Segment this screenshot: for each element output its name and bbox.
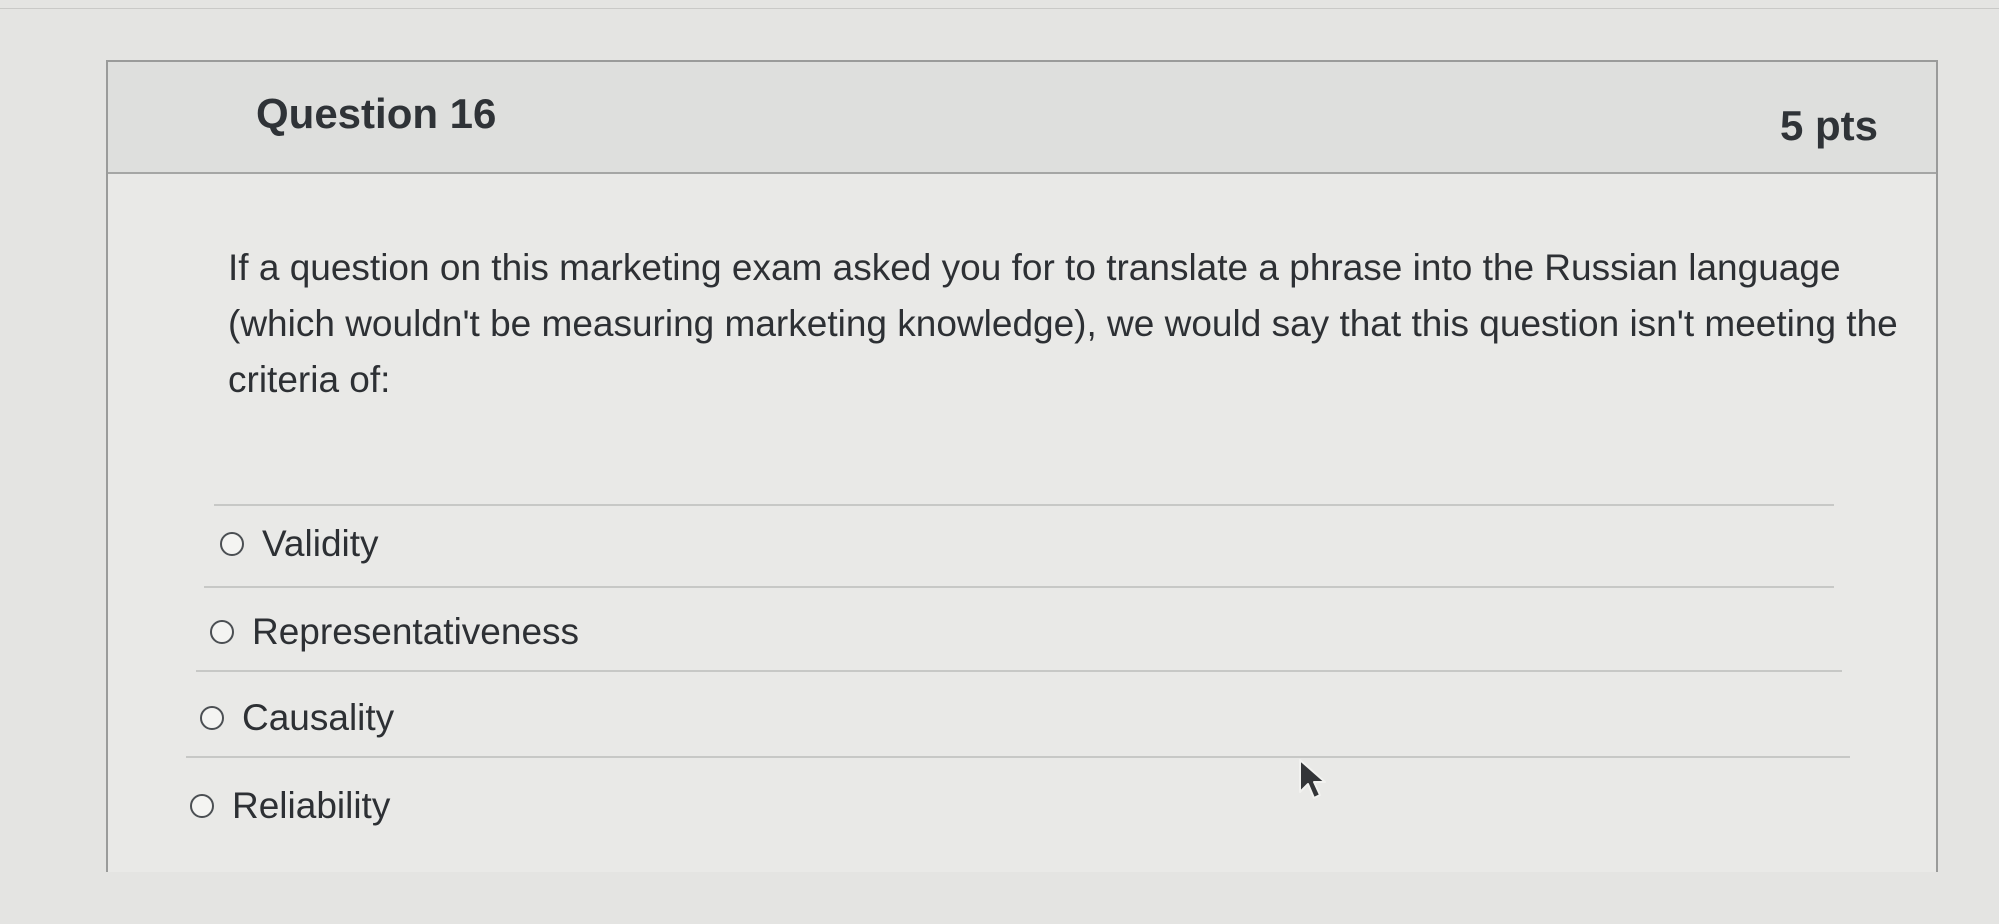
radio-button-icon[interactable] bbox=[190, 794, 214, 818]
answer-divider bbox=[196, 670, 1842, 672]
radio-button-icon[interactable] bbox=[200, 706, 224, 730]
question-header: Question 16 5 pts bbox=[108, 62, 1936, 174]
answer-option-representativeness[interactable]: Representativeness bbox=[108, 598, 1999, 666]
answer-label: Reliability bbox=[232, 785, 391, 826]
radio-button-icon[interactable] bbox=[210, 620, 234, 644]
question-card: Question 16 5 pts If a question on this … bbox=[106, 60, 1938, 872]
mouse-pointer-icon bbox=[1299, 759, 1326, 799]
answer-divider bbox=[186, 756, 1850, 758]
radio-button-icon[interactable] bbox=[220, 532, 244, 556]
answer-option-causality[interactable]: Causality bbox=[108, 684, 1999, 752]
answer-label: Causality bbox=[242, 697, 395, 738]
answer-list: Validity Representativeness Causality Re… bbox=[108, 504, 1936, 826]
answer-option-validity[interactable]: Validity bbox=[108, 510, 1999, 578]
answer-divider bbox=[214, 504, 1834, 506]
page-top-divider bbox=[0, 8, 1999, 9]
question-text: If a question on this marketing exam ask… bbox=[228, 247, 1898, 400]
question-title: Question 16 bbox=[256, 90, 497, 137]
answer-label: Representativeness bbox=[252, 611, 580, 652]
question-points: 5 pts bbox=[1779, 102, 1878, 149]
answer-option-reliability[interactable]: Reliability bbox=[108, 772, 1999, 840]
answer-divider bbox=[204, 586, 1834, 588]
question-body: If a question on this marketing exam ask… bbox=[108, 174, 1936, 872]
answer-label: Validity bbox=[262, 523, 379, 564]
